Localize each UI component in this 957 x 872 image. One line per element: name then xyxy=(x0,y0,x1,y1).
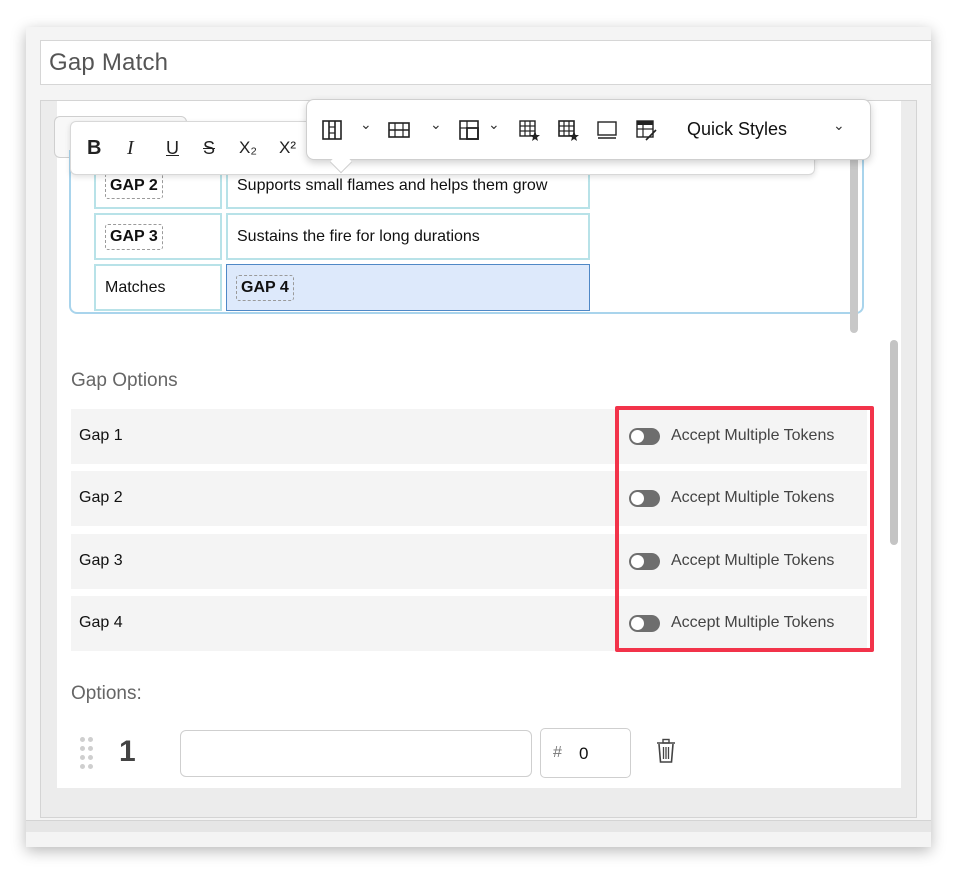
hash-icon: # xyxy=(553,744,562,761)
italic-button[interactable]: I xyxy=(127,134,134,162)
subscript-button[interactable]: X₂ xyxy=(239,134,257,162)
table-cell[interactable]: GAP 3 xyxy=(94,213,222,260)
table-row: GAP 3 Sustains the fire for long duratio… xyxy=(94,213,590,260)
table-header-icon[interactable] xyxy=(595,118,619,142)
highlight-box xyxy=(615,406,874,652)
table-edit-icon[interactable] xyxy=(634,118,658,142)
gap-token[interactable]: GAP 3 xyxy=(105,223,163,250)
table-column-icon[interactable] xyxy=(320,118,344,142)
drag-handle-icon[interactable] xyxy=(80,737,96,771)
match-table: GAP 2 Supports small flames and helps th… xyxy=(90,158,594,315)
gap-token[interactable]: GAP 4 xyxy=(236,274,294,301)
table-cell[interactable]: Matches xyxy=(94,264,222,311)
table-style-icon[interactable] xyxy=(556,118,580,142)
option-text-input[interactable] xyxy=(180,730,532,777)
table-cell-style-icon[interactable] xyxy=(517,118,541,142)
table-cell-selected[interactable]: GAP 4 xyxy=(226,264,590,311)
strikethrough-button[interactable]: S xyxy=(203,134,215,162)
gap-token[interactable]: GAP 2 xyxy=(105,172,163,199)
table-row-icon[interactable] xyxy=(387,118,411,142)
title-field[interactable]: Gap Match xyxy=(40,40,931,85)
gap-name: Gap 3 xyxy=(79,552,123,569)
table-row: Matches GAP 4 xyxy=(94,264,590,311)
bold-button[interactable]: B xyxy=(87,134,101,162)
panel-scrollbar[interactable] xyxy=(890,340,898,545)
editor-scrollbar[interactable] xyxy=(850,148,858,333)
underline-button[interactable]: U xyxy=(166,134,179,162)
chevron-down-icon[interactable]: ⌄ xyxy=(833,117,845,134)
gap-options-heading: Gap Options xyxy=(71,370,178,391)
superscript-button[interactable]: X² xyxy=(279,134,296,162)
panel-footer xyxy=(26,820,931,832)
gap-name: Gap 2 xyxy=(79,489,123,506)
options-heading: Options: xyxy=(71,683,142,704)
table-cell-icon[interactable] xyxy=(457,118,481,142)
chevron-down-icon[interactable]: ⌄ xyxy=(430,116,442,133)
option-number: 1 xyxy=(119,735,136,768)
chevron-down-icon[interactable]: ⌄ xyxy=(488,116,500,133)
option-score-field[interactable]: # 0 xyxy=(540,728,631,778)
trash-icon[interactable] xyxy=(655,738,677,764)
chevron-down-icon[interactable]: ⌄ xyxy=(360,116,372,133)
score-value: 0 xyxy=(579,744,589,763)
gap-name: Gap 1 xyxy=(79,427,123,444)
table-cell[interactable]: Sustains the fire for long durations xyxy=(226,213,590,260)
gap-name: Gap 4 xyxy=(79,614,123,631)
quick-styles-label[interactable]: Quick Styles xyxy=(687,119,787,140)
table-toolbar: ⌄ ⌄ ⌄ Quick Styles ⌄ xyxy=(306,99,871,160)
